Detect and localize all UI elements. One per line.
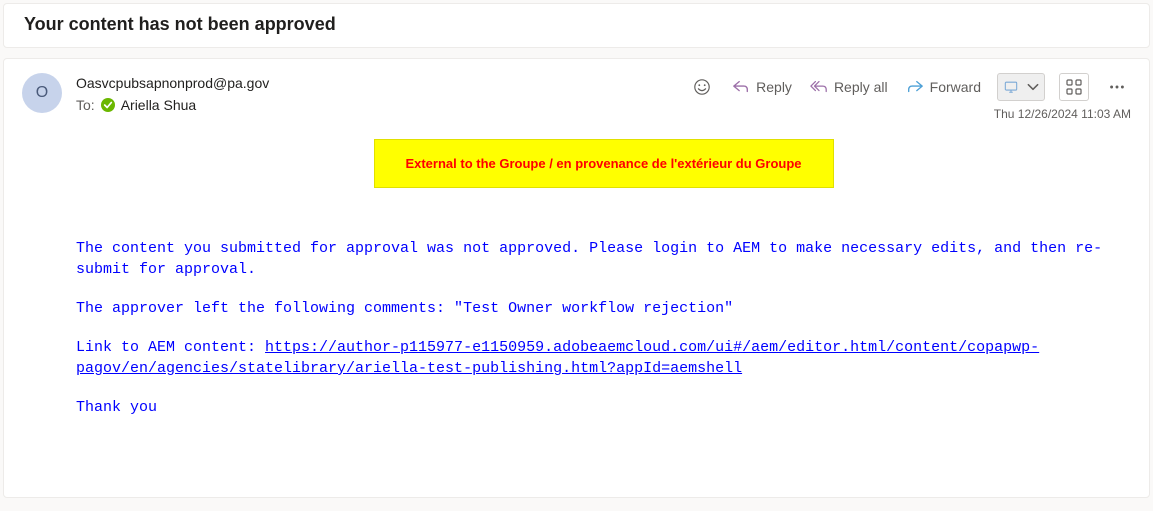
sender-email: Oasvcpubsapnonprod@pa.gov — [76, 75, 688, 91]
external-email-banner: External to the Groupe / en provenance d… — [374, 139, 834, 188]
reply-all-icon — [810, 78, 828, 96]
message-body: External to the Groupe / en provenance d… — [76, 139, 1131, 418]
sender-avatar[interactable]: O — [22, 73, 62, 113]
recipient-line: To: Ariella Shua — [76, 97, 688, 113]
reply-all-button[interactable]: Reply all — [808, 76, 890, 98]
forward-icon — [906, 78, 924, 96]
body-paragraph-2: The approver left the following comments… — [76, 298, 1131, 319]
message-card: O Oasvcpubsapnonprod@pa.gov To: Ariella … — [3, 58, 1150, 498]
react-button[interactable] — [688, 73, 716, 101]
presence-available-icon — [101, 98, 115, 112]
monitor-icon — [998, 80, 1022, 94]
forward-button[interactable]: Forward — [904, 76, 983, 98]
email-subject: Your content has not been approved — [24, 14, 1129, 35]
forward-label: Forward — [930, 79, 981, 95]
zoom-dropdown[interactable] — [997, 73, 1045, 101]
body-paragraph-1: The content you submitted for approval w… — [76, 238, 1131, 280]
smiley-icon — [693, 78, 711, 96]
ellipsis-icon — [1108, 78, 1126, 96]
actions-area: Reply Reply all Forward — [688, 73, 1131, 121]
to-label: To: — [76, 97, 95, 113]
reply-button[interactable]: Reply — [730, 76, 794, 98]
chevron-down-icon — [1022, 80, 1044, 94]
subject-bar: Your content has not been approved — [3, 3, 1150, 48]
body-thanks: Thank you — [76, 397, 1131, 418]
body-link-line: Link to AEM content: https://author-p115… — [76, 337, 1131, 379]
action-buttons: Reply Reply all Forward — [688, 73, 1131, 101]
reply-all-label: Reply all — [834, 79, 888, 95]
apps-grid-icon — [1065, 78, 1083, 96]
message-header: O Oasvcpubsapnonprod@pa.gov To: Ariella … — [22, 73, 1131, 121]
reply-icon — [732, 78, 750, 96]
apps-button[interactable] — [1059, 73, 1089, 101]
link-prefix: Link to AEM content: — [76, 339, 265, 356]
message-timestamp: Thu 12/26/2024 11:03 AM — [994, 107, 1131, 121]
recipient-name: Ariella Shua — [121, 97, 197, 113]
more-actions-button[interactable] — [1103, 73, 1131, 101]
reply-label: Reply — [756, 79, 792, 95]
body-text: The content you submitted for approval w… — [76, 238, 1131, 418]
sender-block: Oasvcpubsapnonprod@pa.gov To: Ariella Sh… — [76, 73, 688, 113]
